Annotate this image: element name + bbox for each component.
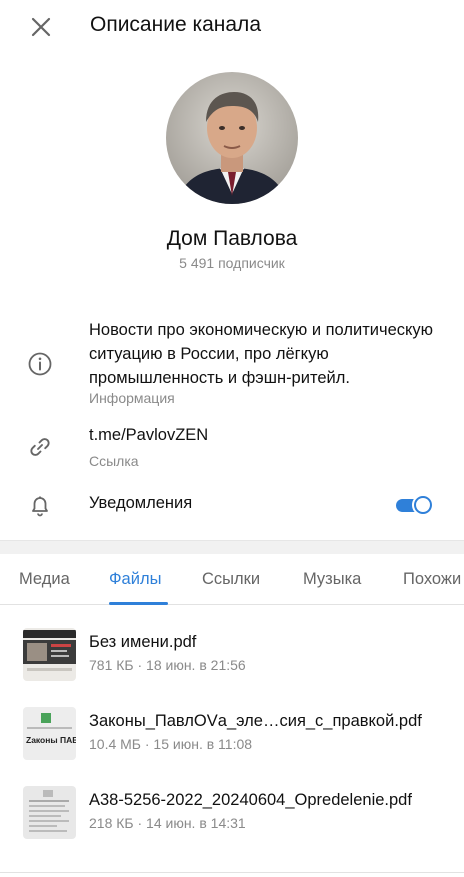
link-icon [30,438,50,456]
channel-name: Дом Павлова [166,227,298,250]
file-thumbnail [23,628,76,681]
channel-description: Новости про экономическую и политическую… [89,321,434,387]
file-item[interactable]: А38-5256-2022_20240604_Opredelenie.pdf 2… [0,786,464,856]
file-name: Без имени.pdf [89,633,197,651]
file-thumbnail: Zаконы ПАВЛOVа [23,707,76,760]
file-item[interactable]: Без имени.pdf 781 КБ · 18 июн. в 21:56 [0,628,464,698]
file-meta: 10.4 МБ · 15 июн. в 11:08 [89,736,253,752]
subscriber-count: 5 491 подписчик [179,255,285,271]
page-title: Описание канала [90,13,261,36]
close-button[interactable] [26,12,56,42]
file-item[interactable]: Zаконы ПАВЛOVа Законы_ПавлOVа_эле…сия_с_… [0,707,464,777]
bottom-divider [0,872,464,873]
file-name: А38-5256-2022_20240604_Opredelenie.pdf [89,791,412,809]
thumbnail-title-text: Zаконы ПАВЛOVа [26,735,76,745]
file-thumbnail [23,786,76,839]
close-icon [31,17,51,37]
file-meta: 781 КБ · 18 июн. в 21:56 [89,657,246,673]
tab-files[interactable]: Файлы [109,570,161,589]
section-divider [0,540,464,554]
info-icon [28,352,52,376]
notifications-label: Уведомления [89,494,193,512]
tab-media[interactable]: Медиа [19,570,70,589]
active-tab-indicator [109,602,168,605]
channel-avatar[interactable] [166,72,298,204]
notifications-toggle[interactable] [396,493,436,517]
link-label: Ссылка [89,453,139,469]
avatar-photo [166,72,298,204]
toggle-knob [412,494,434,516]
media-tabs: Медиа Файлы Ссылки Музыка Похожи [0,555,464,605]
top-bar: Описание канала [0,0,464,54]
bell-icon [32,496,48,517]
channel-link[interactable]: t.me/PavlovZEN [89,426,208,445]
file-meta: 218 КБ · 14 июн. в 14:31 [89,815,246,831]
description-label: Информация [89,390,175,406]
tab-music[interactable]: Музыка [303,570,361,589]
tab-similar[interactable]: Похожи [403,570,461,589]
tab-links[interactable]: Ссылки [202,570,260,589]
file-name: Законы_ПавлOVа_эле…сия_с_правкой.pdf [89,712,422,730]
